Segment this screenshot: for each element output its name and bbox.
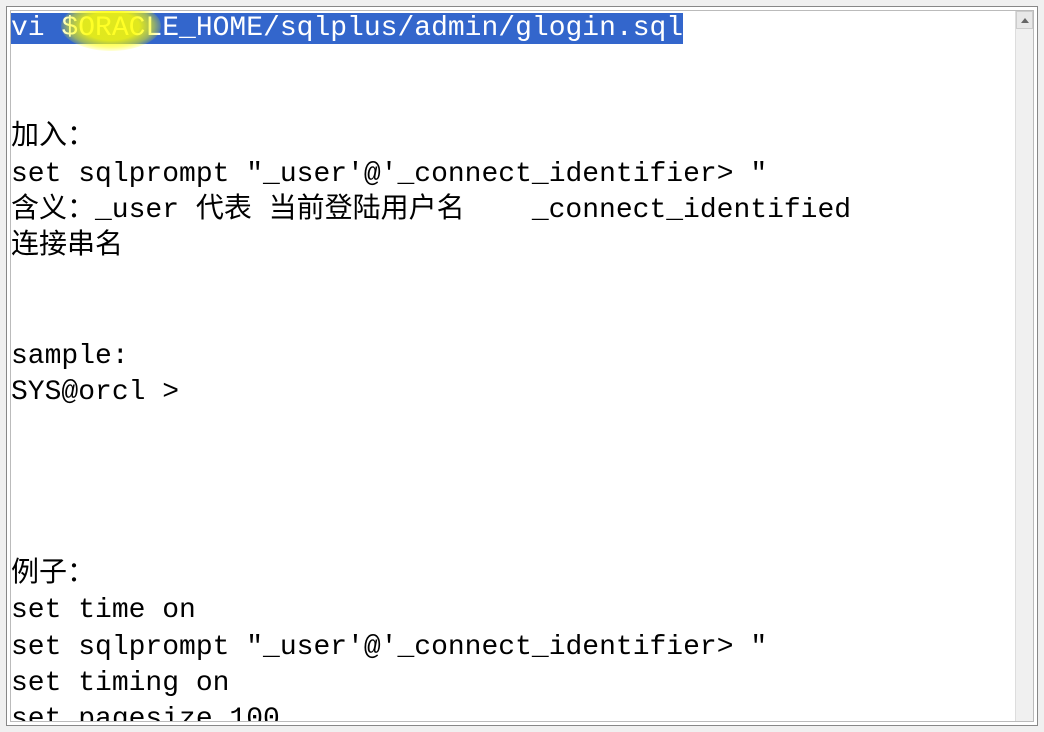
example-line-3: set pagesize 100	[11, 704, 280, 722]
scroll-up-button[interactable]	[1016, 11, 1033, 29]
add-label: 加入：	[11, 122, 95, 153]
blank-line-4	[11, 484, 1015, 520]
inner-frame: vi $ORACLE_HOME/sqlplus/admin/glogin.sql…	[10, 10, 1034, 722]
add-line1: set sqlprompt "_user'@'_connect_identifi…	[11, 159, 767, 190]
blank-line-2	[11, 266, 1015, 302]
example-line-0: set time on	[11, 595, 196, 626]
vertical-scrollbar[interactable]	[1015, 11, 1033, 721]
sample-line: SYS@orcl >	[11, 377, 179, 408]
vi-command-line: vi $ORACLE_HOME/sqlplus/admin/glogin.sql	[11, 13, 683, 44]
content-area: vi $ORACLE_HOME/sqlplus/admin/glogin.sql…	[11, 11, 1033, 722]
add-meaning2: 连接串名	[11, 231, 123, 262]
example-label: 例子：	[11, 559, 95, 590]
outer-frame: vi $ORACLE_HOME/sqlplus/admin/glogin.sql…	[6, 6, 1038, 726]
blank-line	[11, 47, 1015, 83]
sample-label: sample:	[11, 341, 129, 372]
blank-line-3	[11, 411, 1015, 447]
example-line-2: set timing on	[11, 668, 229, 699]
chevron-up-icon	[1021, 18, 1029, 23]
document-text: vi $ORACLE_HOME/sqlplus/admin/glogin.sql…	[11, 11, 1015, 722]
example-line-1: set sqlprompt "_user'@'_connect_identifi…	[11, 632, 767, 663]
add-meaning: 含义：_user 代表 当前登陆用户名 _connect_identified	[11, 195, 851, 226]
